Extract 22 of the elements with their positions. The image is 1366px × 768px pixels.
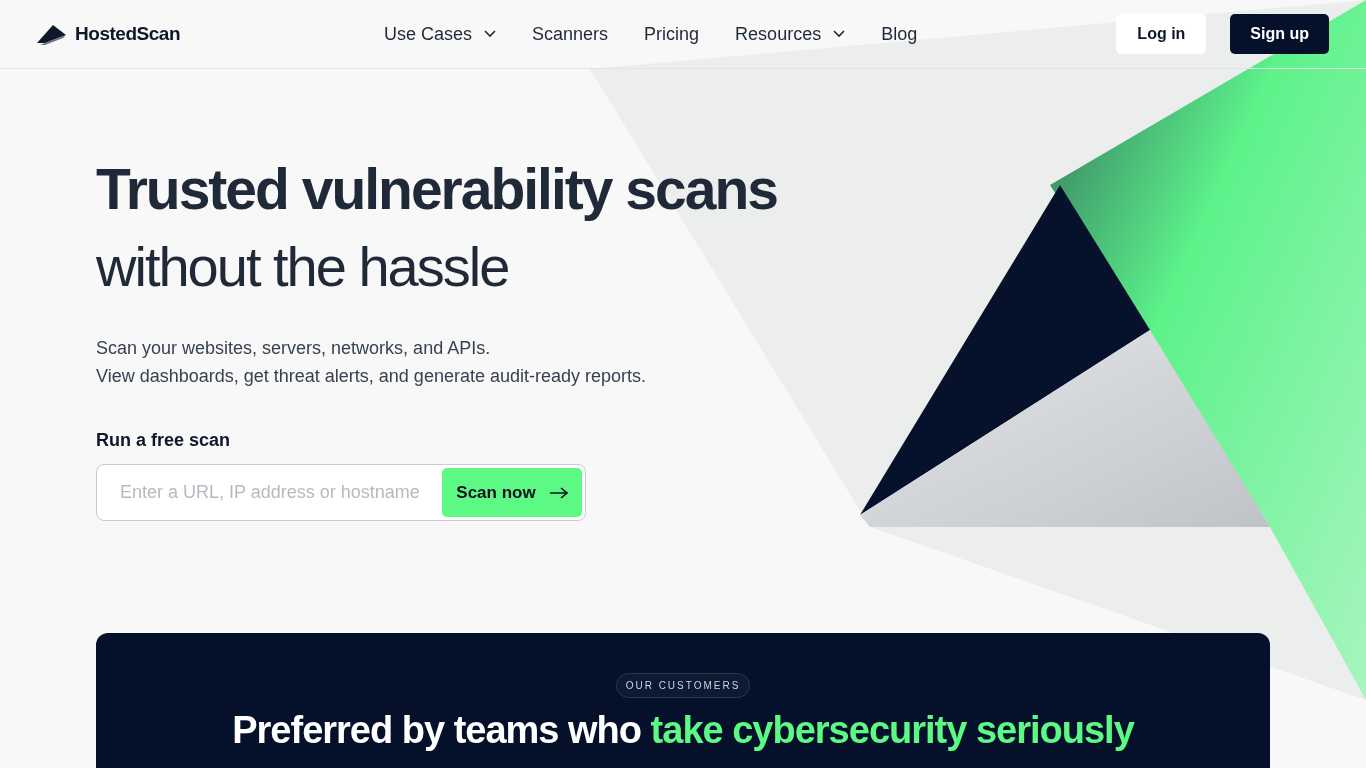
nav-link[interactable]: Use Cases (384, 20, 497, 48)
nav-link[interactable]: Scanners (532, 20, 609, 48)
scan-now-button[interactable]: Scan now (442, 468, 582, 517)
nav-link[interactable]: Pricing (644, 20, 700, 48)
nav-link[interactable]: Resources (735, 20, 846, 48)
nav-link[interactable]: Blog (881, 20, 918, 48)
chevron-down-icon (484, 30, 497, 38)
brand-name[interactable]: HostedScan (75, 19, 181, 49)
sign-up-button[interactable]: Sign up (1230, 14, 1329, 54)
scan-input-field[interactable]: Enter a URL, IP address or hostname Scan now (96, 464, 586, 521)
customers-heading: Preferred by teams who (232, 709, 642, 751)
chevron-down-icon (833, 30, 846, 38)
hero-title: Trusted vulnerability scans (96, 156, 778, 223)
customers-heading-highlight: take cybersecurity seriously (650, 709, 1134, 751)
logo-icon (37, 23, 66, 45)
hero-subtitle: without the hassle (96, 234, 510, 300)
scan-label: Run a free scan (96, 429, 232, 452)
customers-badge: OUR CUSTOMERS (615, 673, 751, 698)
arrow-right-icon (549, 486, 568, 499)
hero-description: View dashboards, get threat alerts, and generate audit-ready reports. (96, 365, 647, 388)
log-in-button[interactable]: Log in (1116, 14, 1207, 54)
hero-description: Scan your websites, servers, networks, and APIs. (96, 337, 492, 360)
